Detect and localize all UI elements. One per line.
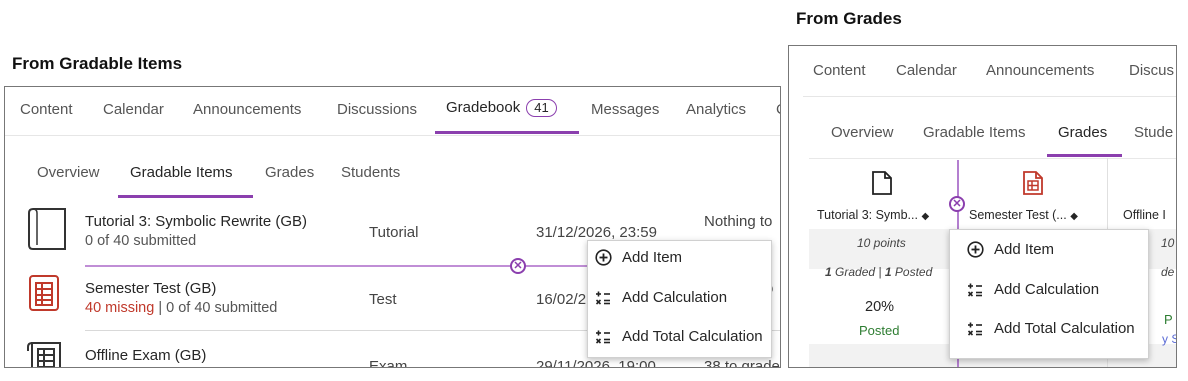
nav-discussions[interactable]: Discus [1129,62,1174,79]
plus-circle-icon [592,249,614,266]
calculator-icon [964,282,986,298]
offline-exam-icon [27,339,65,367]
menu-add-total-calculation-label: Add Total Calculation [622,328,763,345]
row-status: 38 to grade [704,358,780,368]
row-submitted: 0 of 40 submitted [85,233,197,249]
row-status: Nothing to [704,213,773,230]
add-menu: Add Item Add Calculation Add Total Calcu… [587,240,772,358]
menu-add-item[interactable]: Add Item [964,241,1054,258]
graded-partial: de [1161,265,1175,279]
menu-add-total-calculation[interactable]: Add Total Calculation [592,328,763,345]
row-category: Tutorial [369,224,419,241]
menu-add-total-calculation[interactable]: Add Total Calculation [964,320,1135,337]
document-icon [871,170,893,201]
nav-announcements[interactable]: Announcements [193,101,301,118]
menu-add-calculation-label: Add Calculation [994,281,1100,298]
subtab-active-indicator [1047,154,1122,157]
menu-add-item-label: Add Item [622,249,683,266]
plus-circle-icon [964,241,986,258]
menu-add-calculation[interactable]: Add Calculation [964,281,1099,298]
row-due-date: 16/02/2 [536,291,587,308]
row-due-date: 29/11/2026, 19:00 [536,358,656,368]
grid-top-divider [809,158,1176,159]
nav-content[interactable]: Content [813,62,866,79]
menu-add-item-label: Add Item [994,241,1055,258]
close-add-icon[interactable]: ✕ [949,196,965,212]
nav-overflow[interactable]: C [776,101,780,118]
document-icon [27,207,69,256]
calculator-icon [592,290,614,306]
nav-messages[interactable]: Messages [591,101,659,118]
nav-announcements[interactable]: Announcements [986,62,1094,79]
subtab-overview[interactable]: Overview [37,164,100,181]
test-icon [27,273,61,318]
nav-content[interactable]: Content [20,101,73,118]
grade-value[interactable]: 20% [865,299,894,315]
subtab-gradable-items[interactable]: Gradable Items [923,124,1026,141]
nav-discussions[interactable]: Discussions [337,101,417,118]
add-menu: Add Item Add Calculation Add Total Calcu… [949,229,1149,359]
nav-gradebook[interactable]: Gradebook 41 [446,99,557,117]
menu-add-calculation-label: Add Calculation [622,289,728,306]
gradable-items-panel: Content Calendar Announcements Discussio… [4,86,781,368]
close-add-icon[interactable]: ✕ [510,258,526,274]
nav-active-indicator [435,131,579,134]
subtab-active-indicator [118,195,253,198]
test-icon [1022,170,1044,201]
grade-status: Posted [859,323,900,338]
nav-divider [5,135,780,136]
grade-partial-status: P [1164,312,1173,327]
nav-calendar[interactable]: Calendar [896,62,957,79]
row-title[interactable]: Tutorial 3: Symbolic Rewrite (GB) [85,213,307,230]
row-category: Exam [369,358,408,368]
calculator-icon [964,321,986,337]
subtab-students[interactable]: Stude [1134,124,1173,141]
grade-partial-link[interactable]: y S [1162,332,1176,346]
gradebook-count-badge: 41 [526,99,557,117]
points-label: 10 points [857,236,906,250]
menu-add-total-calculation-label: Add Total Calculation [994,320,1135,337]
column-header-offline[interactable]: Offline I [1123,208,1166,222]
missing-count: 40 missing [85,300,155,316]
nav-analytics[interactable]: Analytics [686,101,746,118]
nav-calendar[interactable]: Calendar [103,101,164,118]
row-due-date: 31/12/2026, 23:59 [536,224,657,241]
menu-add-calculation[interactable]: Add Calculation [592,289,727,306]
column-header-tutorial[interactable]: Tutorial 3: Symb... ◆ [817,208,929,222]
graded-posted-summary: 1 Graded | 1 Posted [825,265,933,279]
subtab-overview[interactable]: Overview [831,124,894,141]
calculator-icon [592,329,614,345]
subtab-grades[interactable]: Grades [265,164,314,181]
right-section-heading: From Grades [796,9,902,28]
column-header-semester-test[interactable]: Semester Test (... ◆ [969,208,1078,222]
grades-panel: Content Calendar Announcements Discus Ov… [788,45,1177,368]
row-category: Test [369,291,397,308]
nav-gradebook-label: Gradebook [446,99,521,116]
points-partial: 10 [1161,236,1175,250]
subtab-students[interactable]: Students [341,164,400,181]
left-section-heading: From Gradable Items [12,54,183,73]
menu-add-item[interactable]: Add Item [592,249,682,266]
row-submitted: | 0 of 40 submitted [158,300,278,316]
subtab-gradable-items[interactable]: Gradable Items [130,164,233,181]
row-title[interactable]: Offline Exam (GB) [85,347,206,364]
subtab-grades[interactable]: Grades [1058,124,1107,141]
nav-divider [803,96,1176,97]
row-missing-line: 40 missing | 0 of 40 submitted [85,300,277,316]
row-title[interactable]: Semester Test (GB) [85,280,216,297]
